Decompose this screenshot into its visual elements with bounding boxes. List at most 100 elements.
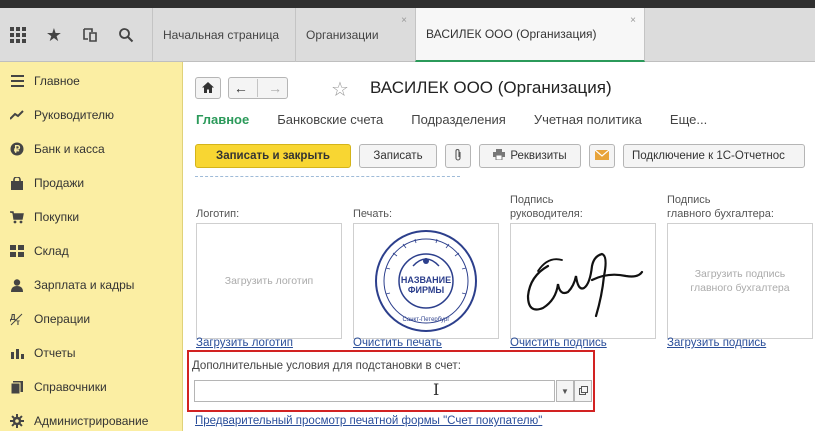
sidebar-item-label: Отчеты	[34, 346, 76, 360]
subtab-bank-accounts[interactable]: Банковские счета	[277, 112, 383, 127]
accountant-signature-box[interactable]: Загрузить подпись главного бухгалтера	[667, 223, 813, 339]
tab-organizations-label: Организации	[306, 28, 379, 42]
home-button[interactable]	[195, 77, 221, 99]
additional-conditions-label: Дополнительные условия для подстановки в…	[192, 360, 461, 372]
apps-grid-icon[interactable]	[0, 8, 36, 62]
tab-bar: ★ Начальная страница Организации × ВАСИЛ…	[0, 8, 815, 62]
sidebar-item-label: Главное	[34, 74, 80, 88]
chart-line-icon	[0, 110, 34, 120]
tab-vasilek[interactable]: ВАСИЛЕК ООО (Организация) ×	[415, 8, 645, 62]
email-button[interactable]	[589, 144, 615, 168]
sidebar-item-main[interactable]: Главное	[0, 64, 182, 98]
tab-organizations[interactable]: Организации ×	[295, 8, 415, 62]
back-arrow-icon[interactable]: ←	[234, 80, 248, 96]
close-icon[interactable]: ×	[630, 15, 636, 26]
save-and-close-button[interactable]: Записать и закрыть	[195, 144, 351, 168]
sidebar-item-label: Руководителю	[34, 108, 115, 122]
books-icon	[0, 380, 34, 394]
open-window-icon	[578, 385, 588, 397]
save-button[interactable]: Записать	[359, 144, 437, 168]
close-icon[interactable]: ×	[401, 15, 407, 26]
stamp-text-1: НАЗВАНИЕ	[401, 275, 451, 285]
subtab-accounting-policy[interactable]: Учетная политика	[534, 112, 642, 127]
sidebar-item-salary[interactable]: Зарплата и кадры	[0, 268, 182, 302]
sidebar-item-purchases[interactable]: Покупки	[0, 200, 182, 234]
logo-box[interactable]: Загрузить логотип	[196, 223, 342, 339]
accountant-signature-label: Подпись главного бухгалтера:	[667, 194, 774, 220]
favorite-star-icon[interactable]: ☆	[331, 77, 349, 102]
clear-signature-link[interactable]: Очистить подпись	[510, 337, 607, 349]
search-icon[interactable]	[108, 8, 144, 62]
sidebar-item-label: Склад	[34, 244, 69, 258]
text-cursor-icon: I	[433, 380, 440, 399]
attach-button[interactable]	[445, 144, 471, 168]
sidebar-item-label: Банк и касса	[34, 142, 105, 156]
sidebar-item-reports[interactable]: Отчеты	[0, 336, 182, 370]
bag-icon	[0, 176, 34, 190]
svg-text:₽: ₽	[14, 145, 21, 156]
nav-buttons: ← →	[195, 76, 288, 100]
tab-vasilek-label: ВАСИЛЕК ООО (Организация)	[426, 27, 597, 41]
head-signature-label: Подпись руководителя:	[510, 194, 583, 220]
sidebar-item-warehouse[interactable]: Склад	[0, 234, 182, 268]
coin-icon: ₽	[0, 142, 34, 156]
requisites-button[interactable]: Реквизиты	[479, 144, 581, 168]
open-button[interactable]	[574, 380, 592, 402]
forward-arrow-icon[interactable]: →	[268, 80, 282, 96]
sidebar-item-manager[interactable]: Руководителю	[0, 98, 182, 132]
head-signature-box[interactable]	[510, 223, 656, 339]
page-title: ВАСИЛЕК ООО (Организация)	[370, 78, 612, 97]
sidebar-item-operations[interactable]: Дт Операции	[0, 302, 182, 336]
stamp-box[interactable]: НАЗВАНИЕ ФИРМЫ Санкт-Петербург	[353, 223, 499, 339]
operations-icon: Дт	[0, 312, 34, 326]
history-icon[interactable]	[72, 8, 108, 62]
sidebar-item-sales[interactable]: Продажи	[0, 166, 182, 200]
stamp-label: Печать:	[353, 208, 393, 220]
accountant-placeholder: Загрузить подпись главного бухгалтера	[690, 268, 790, 294]
stamp-image: НАЗВАНИЕ ФИРМЫ Санкт-Петербург	[375, 230, 477, 332]
divider	[195, 176, 460, 179]
print-preview-link[interactable]: Предварительный просмотр печатной формы …	[195, 415, 542, 427]
sidebar-item-bank[interactable]: ₽ Банк и касса	[0, 132, 182, 166]
subtab-main[interactable]: Главное	[196, 112, 249, 127]
menu-icon	[0, 75, 34, 87]
signature-image	[526, 252, 644, 318]
upload-signature-link[interactable]: Загрузить подпись	[667, 337, 766, 349]
toolbar: Записать и закрыть Записать Реквизиты По…	[195, 144, 805, 168]
sidebar-item-admin[interactable]: Администрирование	[0, 404, 182, 431]
warehouse-icon	[0, 245, 34, 257]
sidebar-item-references[interactable]: Справочники	[0, 370, 182, 404]
app-window: ★ Начальная страница Организации × ВАСИЛ…	[0, 0, 815, 431]
sidebar-item-label: Зарплата и кадры	[34, 278, 135, 292]
sidebar-item-label: Продажи	[34, 176, 85, 190]
sidebar-item-label: Администрирование	[34, 414, 149, 428]
person-icon	[0, 278, 34, 292]
requisites-label: Реквизиты	[510, 150, 567, 162]
sidebar: Главное Руководителю ₽ Банк и касса Прод…	[0, 62, 183, 431]
connect-reporting-button[interactable]: Подключение к 1С-Отчетнос	[623, 144, 805, 168]
printer-icon	[493, 149, 506, 163]
main-content: ← → ☆ ВАСИЛЕК ООО (Организация) Главное …	[183, 62, 815, 431]
home-icon	[202, 81, 214, 96]
favorites-star-icon[interactable]: ★	[36, 8, 72, 62]
envelope-icon	[594, 149, 610, 163]
sidebar-item-label: Справочники	[34, 380, 107, 394]
subtab-more[interactable]: Еще...	[670, 112, 707, 127]
bar-chart-icon	[0, 347, 34, 359]
subtab-departments[interactable]: Подразделения	[411, 112, 506, 127]
back-forward-buttons: ← →	[228, 77, 288, 99]
logo-placeholder: Загрузить логотип	[224, 275, 314, 287]
upload-logo-link[interactable]: Загрузить логотип	[196, 337, 293, 349]
logo-label: Логотип:	[196, 208, 240, 220]
paperclip-icon	[454, 148, 462, 164]
clear-stamp-link[interactable]: Очистить печать	[353, 337, 442, 349]
stamp-city: Санкт-Петербург	[402, 317, 450, 323]
chevron-down-icon: ▼	[561, 386, 569, 396]
additional-conditions-input[interactable]	[194, 380, 555, 402]
top-strip	[0, 0, 815, 8]
tab-bar-icons: ★	[0, 8, 152, 62]
tab-home[interactable]: Начальная страница	[152, 8, 295, 62]
dropdown-button[interactable]: ▼	[556, 380, 574, 402]
subtabs: Главное Банковские счета Подразделения У…	[196, 112, 735, 127]
stamp-text-2: ФИРМЫ	[408, 285, 445, 295]
